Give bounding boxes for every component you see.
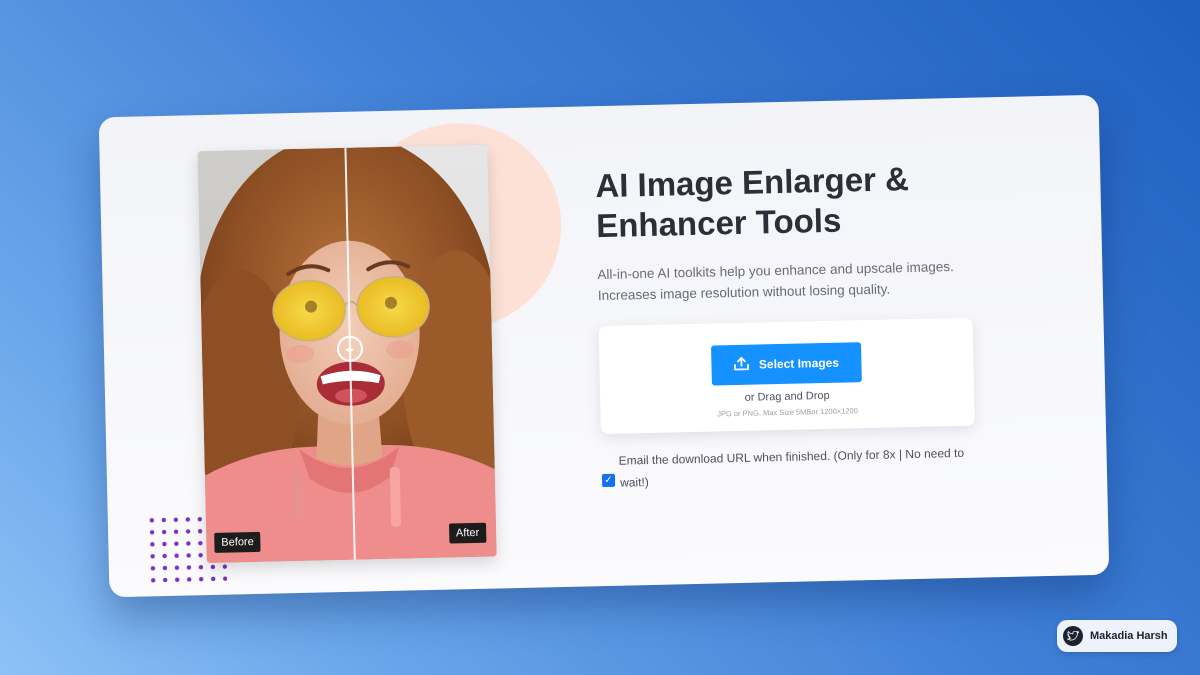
after-label: After — [448, 522, 487, 544]
file-requirements-hint: JPG or PNG. Max Size 5MBor 1200×1200 — [717, 406, 858, 419]
before-after-comparison[interactable]: ◂▸ Before After — [197, 144, 497, 564]
title-line-2: Enhancer Tools — [595, 201, 842, 245]
email-option[interactable]: ✓ Email the download URL when finished. … — [601, 441, 982, 494]
author-name: Makadia Harsh — [1090, 630, 1168, 642]
upload-dropzone[interactable]: Select Images or Drag and Drop JPG or PN… — [598, 317, 975, 435]
before-label: Before — [214, 531, 262, 553]
author-credit-badge[interactable]: Makadia Harsh — [1057, 620, 1177, 652]
upload-icon — [734, 356, 750, 373]
select-images-label: Select Images — [758, 355, 840, 372]
select-images-button[interactable]: Select Images — [711, 342, 862, 386]
twitter-bird-icon — [1063, 626, 1083, 646]
slide-stage: ◂▸ Before After AI Image Enlarger & Enha… — [0, 0, 1200, 675]
hero-content: AI Image Enlarger & Enhancer Tools All-i… — [595, 157, 1022, 494]
email-checkbox[interactable]: ✓ — [601, 473, 616, 488]
checkmark-icon: ✓ — [604, 474, 613, 487]
tool-card: ◂▸ Before After AI Image Enlarger & Enha… — [98, 94, 1110, 598]
page-title: AI Image Enlarger & Enhancer Tools — [595, 157, 1017, 247]
page-subtitle: All-in-one AI toolkits help you enhance … — [597, 255, 1018, 307]
